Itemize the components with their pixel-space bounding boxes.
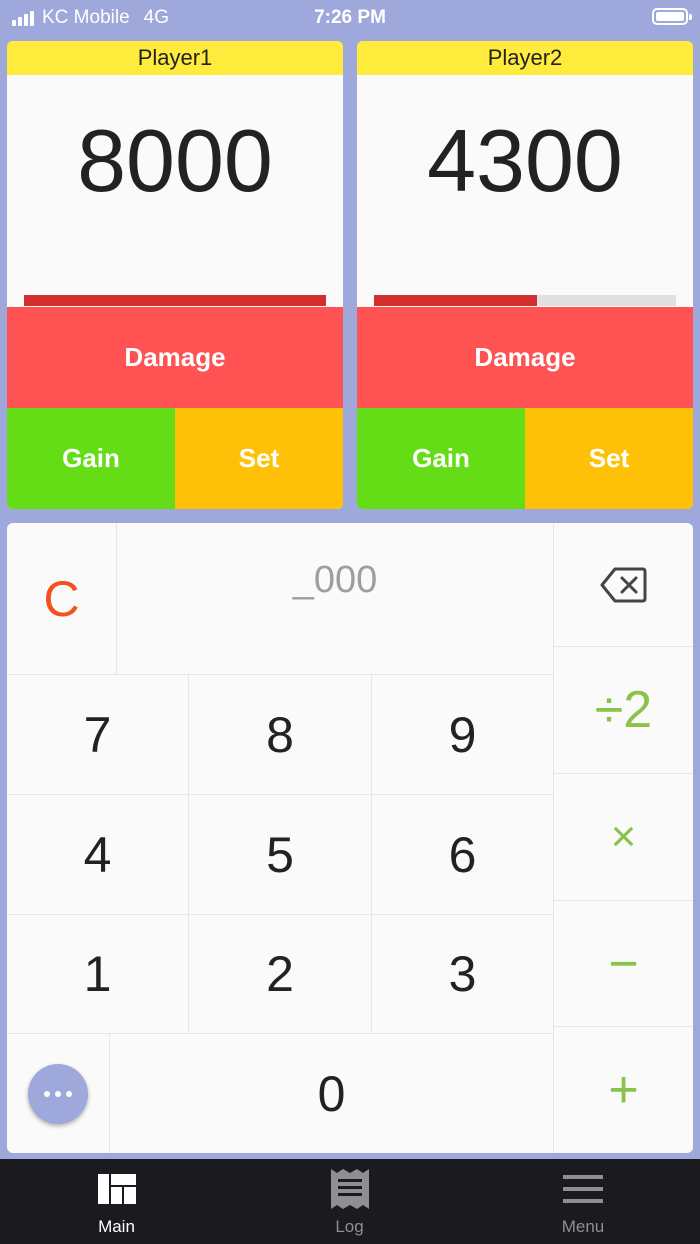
battery-icon bbox=[652, 8, 692, 25]
digit-key-3[interactable]: 3 bbox=[372, 915, 554, 1034]
hamburger-menu-icon bbox=[563, 1171, 603, 1207]
tab-menu[interactable]: Menu bbox=[466, 1159, 700, 1244]
damage-button[interactable]: Damage bbox=[357, 307, 693, 408]
subtract-button[interactable]: − bbox=[554, 901, 693, 1027]
digit-key-8[interactable]: 8 bbox=[189, 675, 372, 795]
gain-button[interactable]: Gain bbox=[7, 408, 175, 509]
life-bar-fill bbox=[374, 295, 538, 306]
digit-key-5[interactable]: 5 bbox=[189, 795, 372, 915]
player-name[interactable]: Player1 bbox=[7, 41, 343, 75]
damage-button[interactable]: Damage bbox=[7, 307, 343, 408]
receipt-icon bbox=[330, 1169, 370, 1209]
tab-label: Main bbox=[98, 1217, 135, 1236]
multiply-button[interactable]: × bbox=[554, 774, 693, 901]
halve-button[interactable]: ÷2 bbox=[554, 647, 693, 774]
tab-bar: Main Log Menu bbox=[0, 1159, 700, 1244]
player-name[interactable]: Player2 bbox=[357, 41, 693, 75]
action-row: Gain Set bbox=[357, 408, 693, 509]
entry-display: _000 bbox=[117, 523, 554, 675]
set-button[interactable]: Set bbox=[525, 408, 693, 509]
digit-key-2[interactable]: 2 bbox=[189, 915, 372, 1034]
set-button[interactable]: Set bbox=[175, 408, 343, 509]
status-time: 7:26 PM bbox=[314, 7, 386, 28]
player-card-2: Player2 4300 Damage Gain Set bbox=[357, 41, 693, 509]
action-row: Gain Set bbox=[7, 408, 343, 509]
keypad: C _000 7 8 9 4 5 6 1 2 3 0 ÷2 × − + bbox=[7, 523, 693, 1153]
more-options-button[interactable] bbox=[28, 1064, 88, 1124]
status-bar: KC Mobile 4G 7:26 PM bbox=[0, 0, 700, 36]
life-bar-fill bbox=[24, 295, 326, 306]
backspace-button[interactable] bbox=[554, 523, 693, 647]
life-total: 8000 bbox=[77, 111, 273, 210]
tab-main[interactable]: Main bbox=[0, 1159, 233, 1244]
tab-log[interactable]: Log bbox=[233, 1159, 466, 1244]
tab-label: Log bbox=[335, 1217, 364, 1236]
tab-label: Menu bbox=[561, 1217, 605, 1236]
digit-key-1[interactable]: 1 bbox=[7, 915, 189, 1034]
digit-key-7[interactable]: 7 bbox=[7, 675, 189, 795]
clear-button[interactable]: C bbox=[7, 523, 117, 675]
entry-value: _000 bbox=[292, 559, 378, 601]
digit-key-4[interactable]: 4 bbox=[7, 795, 189, 915]
life-bar bbox=[24, 295, 326, 306]
life-bar bbox=[374, 295, 676, 306]
dashboard-icon bbox=[97, 1171, 137, 1207]
digit-key-6[interactable]: 6 bbox=[372, 795, 554, 915]
life-total: 4300 bbox=[427, 111, 623, 210]
gain-button[interactable]: Gain bbox=[357, 408, 525, 509]
digit-key-9[interactable]: 9 bbox=[372, 675, 554, 795]
player-card-1: Player1 8000 Damage Gain Set bbox=[7, 41, 343, 509]
backspace-icon bbox=[600, 567, 646, 602]
add-button[interactable]: + bbox=[554, 1027, 693, 1153]
digit-key-0[interactable]: 0 bbox=[110, 1034, 554, 1153]
more-dots-icon bbox=[44, 1091, 50, 1097]
